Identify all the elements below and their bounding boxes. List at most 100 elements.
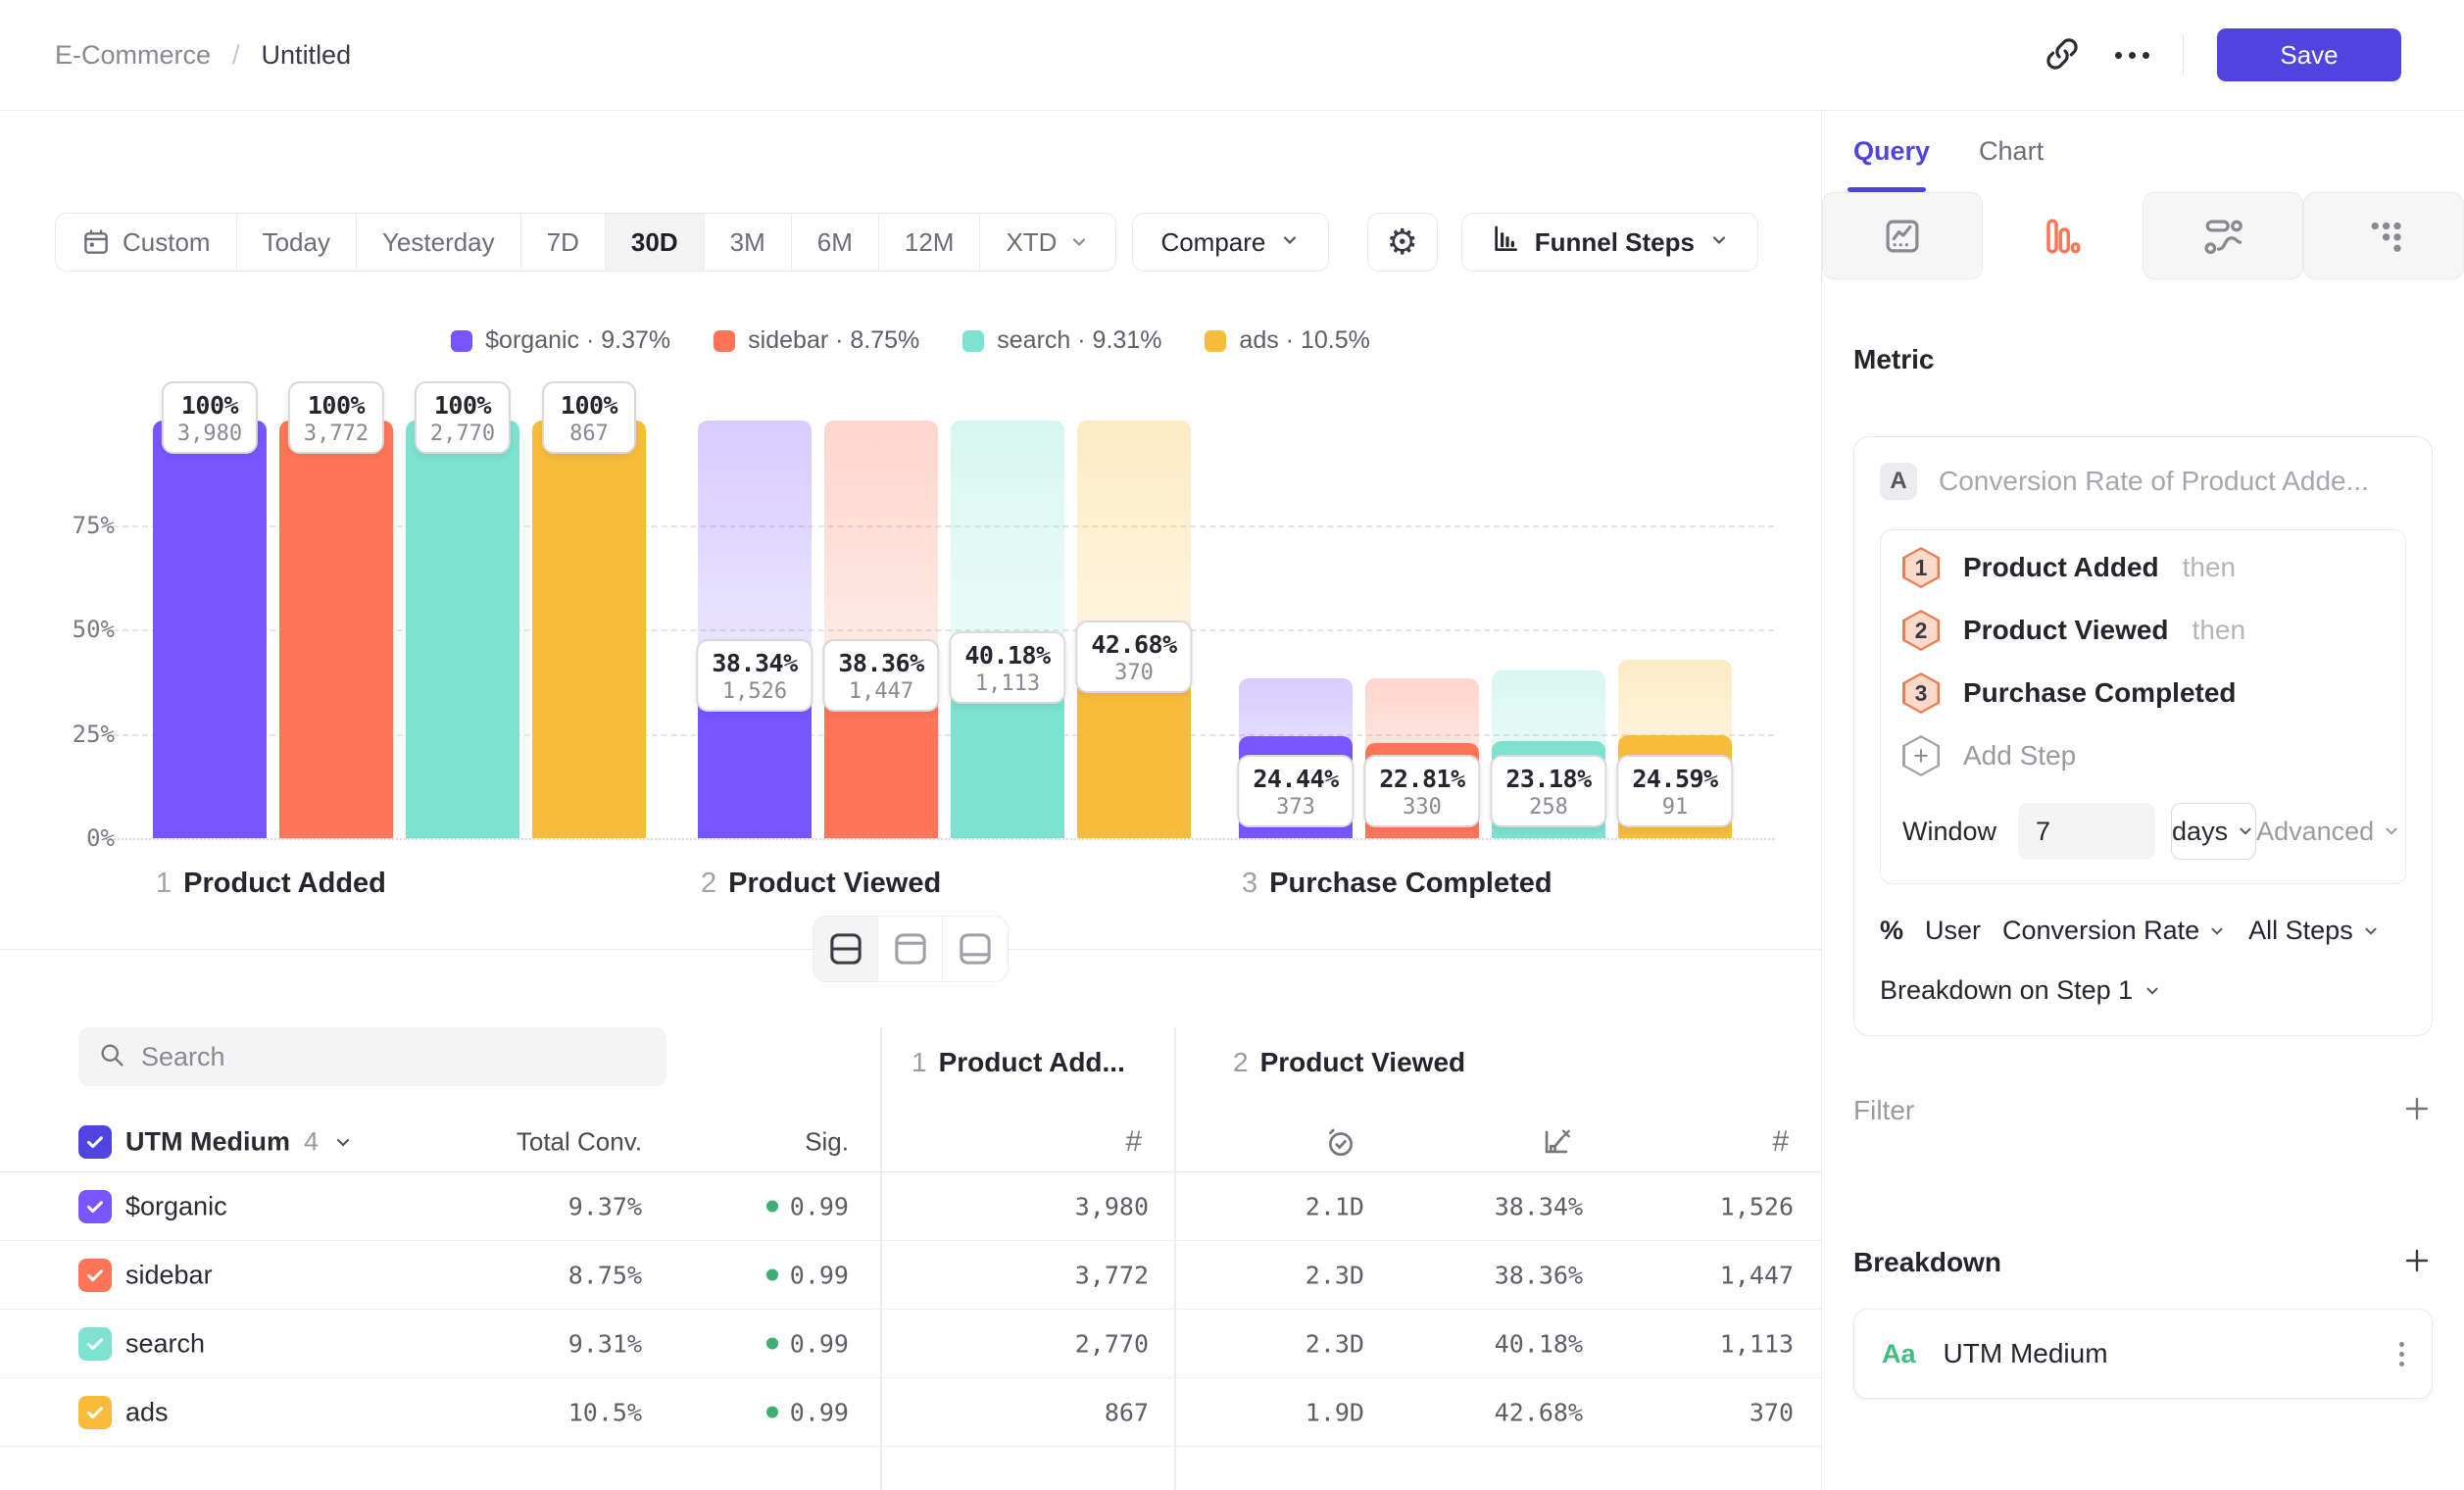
filter-heading: Filter bbox=[1853, 1095, 1914, 1126]
query-step-row[interactable]: 3Purchase Completed bbox=[1902, 662, 2384, 724]
add-filter-button[interactable] bbox=[2401, 1093, 2433, 1127]
funnel-bar[interactable] bbox=[153, 421, 267, 838]
chart-settings-button[interactable]: ⚙ bbox=[1367, 213, 1438, 272]
range-6m[interactable]: 6M bbox=[792, 214, 879, 271]
entity-label[interactable]: User bbox=[1925, 916, 1981, 946]
sig-value: 0.99 bbox=[790, 1261, 849, 1289]
window-unit-label: days bbox=[2172, 817, 2228, 847]
add-step-button[interactable]: + Add Step bbox=[1902, 724, 2384, 787]
report-title[interactable]: Untitled bbox=[262, 40, 352, 71]
report-type-flows[interactable] bbox=[2143, 192, 2303, 279]
row-checkbox[interactable] bbox=[78, 1190, 112, 1223]
range-7d[interactable]: 7D bbox=[521, 214, 606, 271]
funnel-bar[interactable] bbox=[406, 421, 519, 838]
range-today[interactable]: Today bbox=[237, 214, 357, 271]
query-step-name: Product Viewed bbox=[1963, 615, 2169, 646]
y-axis-label: 75% bbox=[0, 512, 115, 539]
table-row[interactable]: $organic9.37%0.993,9802.1D38.34%1,526 bbox=[0, 1172, 1821, 1241]
report-type-funnels-active[interactable] bbox=[1983, 192, 2142, 279]
bar-value-label: 23.18%258 bbox=[1490, 755, 1606, 827]
search-input[interactable] bbox=[141, 1042, 647, 1072]
table-subheader-row: UTM Medium 4 Total Conv. Sig. # # bbox=[0, 1113, 1821, 1172]
funnel-steps-chart-icon bbox=[1490, 224, 1521, 262]
table-row[interactable]: ads10.5%0.998671.9D42.68%370 bbox=[0, 1378, 1821, 1447]
add-breakdown-button[interactable] bbox=[2401, 1245, 2433, 1279]
table-step1-column-header[interactable]: 1 Product Add... bbox=[912, 1033, 1125, 1092]
tab-chart[interactable]: Chart bbox=[1979, 136, 2044, 167]
significance-dot bbox=[766, 1269, 778, 1281]
layout-bottom-panel-icon[interactable] bbox=[943, 917, 1008, 981]
query-step-row[interactable]: 1Product Addedthen bbox=[1902, 536, 2384, 599]
legend-item[interactable]: $organic · 9.37% bbox=[451, 326, 670, 355]
table-row[interactable]: sidebar8.75%0.993,7722.3D38.36%1,447 bbox=[0, 1241, 1821, 1310]
range-30d[interactable]: 30D bbox=[606, 214, 705, 271]
layout-toggle-group bbox=[813, 916, 1009, 982]
tab-query[interactable]: Query bbox=[1853, 136, 1930, 167]
metric-title-row[interactable]: A Conversion Rate of Product Adde... bbox=[1880, 463, 2406, 500]
window-value-input[interactable] bbox=[2018, 803, 2155, 860]
chevron-down-icon bbox=[2382, 821, 2401, 841]
steps-scope-dropdown[interactable]: All Steps bbox=[2248, 916, 2381, 946]
sig-value: 0.99 bbox=[790, 1192, 849, 1220]
layout-split-horizontal-icon[interactable] bbox=[813, 917, 878, 981]
row-checkbox[interactable] bbox=[78, 1259, 112, 1292]
range-yesterday[interactable]: Yesterday bbox=[357, 214, 521, 271]
breakdown-property-name: UTM Medium bbox=[1944, 1338, 2108, 1369]
row-step2-count: 1,447 bbox=[1598, 1261, 1794, 1289]
range-12m[interactable]: 12M bbox=[879, 214, 981, 271]
breadcrumb-project[interactable]: E-Commerce bbox=[55, 40, 211, 71]
metric-type-dropdown[interactable]: Conversion Rate bbox=[2002, 916, 2227, 946]
chevron-down-icon bbox=[1708, 227, 1730, 258]
row-checkbox[interactable] bbox=[78, 1327, 112, 1361]
add-step-hexagon-icon: + bbox=[1902, 735, 1940, 776]
chevron-down-icon bbox=[1279, 227, 1301, 258]
query-step-name: Purchase Completed bbox=[1963, 677, 2237, 709]
range-xtd-dropdown[interactable]: XTD bbox=[980, 214, 1115, 271]
count-column-icon[interactable]: # bbox=[1593, 1125, 1789, 1159]
breakdown-on-step-dropdown[interactable]: Breakdown on Step 1 bbox=[1880, 975, 2406, 1006]
bar-conversion-pct: 42.68% bbox=[1091, 630, 1176, 659]
table-step2-column-header[interactable]: 2 Product Viewed bbox=[1233, 1033, 1465, 1092]
query-step-row[interactable]: 2Product Viewedthen bbox=[1902, 599, 2384, 662]
select-all-checkbox[interactable] bbox=[78, 1125, 112, 1159]
time-to-convert-column-icon[interactable] bbox=[1161, 1125, 1357, 1159]
legend-swatch bbox=[962, 330, 984, 352]
funnel-bar[interactable] bbox=[532, 421, 646, 838]
copy-link-button[interactable] bbox=[2043, 34, 2082, 76]
step-number-hexagon: 1 bbox=[1902, 547, 1940, 588]
row-name: $organic bbox=[125, 1191, 227, 1221]
row-step1-count: 2,770 bbox=[953, 1329, 1149, 1358]
row-total-conv: 9.31% bbox=[446, 1329, 642, 1358]
sig-column-header[interactable]: Sig. bbox=[627, 1127, 849, 1158]
report-type-retention[interactable] bbox=[2303, 192, 2464, 279]
legend-item[interactable]: search · 9.31% bbox=[962, 326, 1161, 355]
chart-type-button[interactable]: Funnel Steps bbox=[1461, 213, 1758, 272]
row-checkbox[interactable] bbox=[78, 1396, 112, 1429]
count-column-icon[interactable]: # bbox=[946, 1125, 1142, 1159]
legend-item[interactable]: sidebar · 8.75% bbox=[714, 326, 919, 355]
filter-section-header: Filter bbox=[1853, 1093, 2433, 1127]
range-custom[interactable]: Custom bbox=[56, 214, 237, 271]
funnel-bar[interactable] bbox=[279, 421, 393, 838]
row-step2-conv-rate: 38.36% bbox=[1387, 1261, 1583, 1289]
save-button[interactable]: Save bbox=[2217, 28, 2401, 81]
range-label: XTD bbox=[1006, 227, 1057, 258]
row-name: ads bbox=[125, 1397, 169, 1427]
layout-top-panel-icon[interactable] bbox=[878, 917, 943, 981]
breakdown-column-header[interactable]: UTM Medium 4 bbox=[125, 1127, 354, 1158]
legend-item[interactable]: ads · 10.5% bbox=[1205, 326, 1369, 355]
breakdown-property-card[interactable]: Aa UTM Medium bbox=[1853, 1309, 2433, 1399]
range-3m[interactable]: 3M bbox=[705, 214, 792, 271]
significance-dot bbox=[766, 1338, 778, 1350]
compare-button[interactable]: Compare bbox=[1132, 213, 1329, 272]
flows-icon bbox=[2202, 216, 2243, 257]
kebab-menu-icon[interactable] bbox=[2399, 1342, 2404, 1366]
more-menu-button[interactable] bbox=[2115, 52, 2149, 59]
advanced-toggle[interactable]: Advanced bbox=[2256, 817, 2401, 847]
step-name: Product Added bbox=[183, 868, 386, 899]
window-unit-select[interactable]: days bbox=[2171, 803, 2256, 860]
total-conv-column-header[interactable]: Total Conv. bbox=[446, 1127, 642, 1158]
report-type-insights[interactable] bbox=[1822, 192, 1983, 279]
table-row[interactable]: search9.31%0.992,7702.3D40.18%1,113 bbox=[0, 1310, 1821, 1378]
conversion-rate-column-icon[interactable] bbox=[1377, 1125, 1573, 1159]
